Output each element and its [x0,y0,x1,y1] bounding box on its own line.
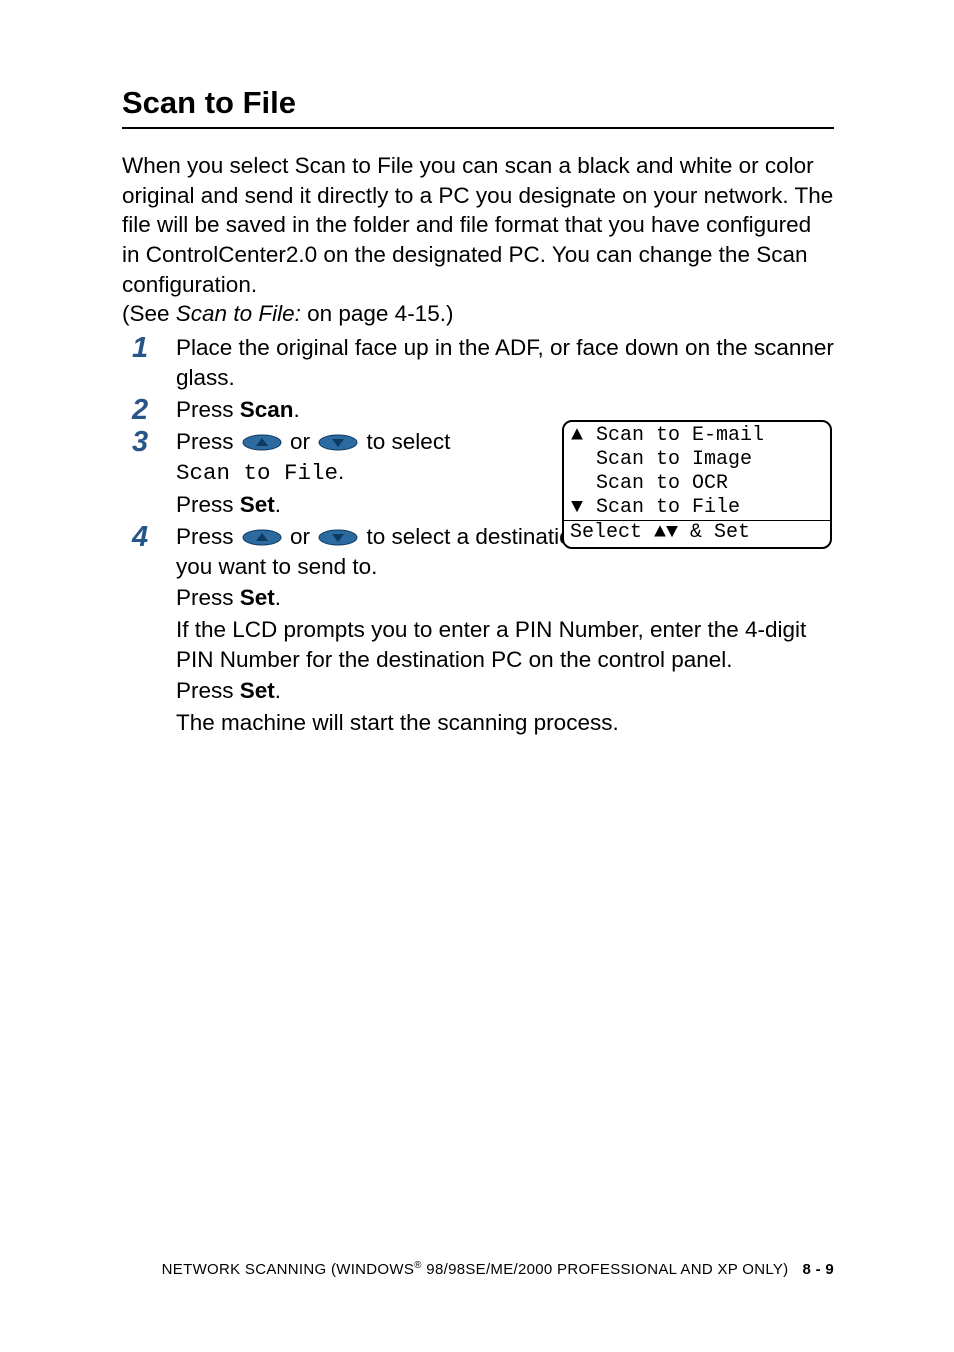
or-label: or [284,524,317,549]
to-select-label: to select [360,429,450,454]
or-label: or [284,429,317,454]
step-body: Press or to select a destination you wan… [176,522,834,738]
intro-paragraph: When you select Scan to File you can sca… [122,151,834,299]
press-label: Press [176,492,240,517]
set-key-label: Set [240,492,275,517]
lcd-line: ▲ Scan to E-mail [564,424,830,448]
step-text: Press or to select Scan to File. [176,427,586,488]
lcd-text: Scan to E-mail [584,424,764,447]
footer-suffix: 98/98SE/ME/2000 PROFESSIONAL AND XP ONLY… [422,1261,789,1278]
registered-icon: ® [414,1260,422,1271]
step-body: Place the original face up in the ADF, o… [176,333,834,392]
press-label: Press [176,429,240,454]
step-number: 1 [122,333,176,363]
lcd-footer: Select ▲▼ & Set [564,520,830,547]
step-number: 4 [122,522,176,552]
lcd-text: Scan to OCR [584,472,728,495]
up-triangle-icon: ▲ [570,424,584,448]
up-arrow-key-icon [242,434,282,451]
down-arrow-key-icon [318,434,358,451]
set-key-label: Set [240,678,275,703]
step-text: Press Set. [176,583,834,613]
scan-key-label: Scan [240,397,294,422]
lcd-line: Scan to Image [564,448,830,472]
press-label: Press [176,678,240,703]
period: . [275,678,281,703]
step-1: 1 Place the original face up in the ADF,… [122,333,834,392]
page-footer: NETWORK SCANNING (WINDOWS® 98/98SE/ME/20… [0,1260,954,1278]
page: Scan to File When you select Scan to Fil… [0,0,954,1352]
heading-scan-to-file: Scan to File [122,85,834,129]
period: . [275,585,281,610]
lcd-text: Scan to File [584,496,740,519]
footer-prefix: NETWORK SCANNING (WINDOWS [162,1261,415,1278]
xref-prefix: (See [122,301,176,326]
cross-reference: (See Scan to File: on page 4-15.) [122,301,834,327]
up-arrow-key-icon [242,529,282,546]
xref-suffix: on page 4-15.) [301,301,454,326]
step-text: The machine will start the scanning proc… [176,708,834,738]
step-text: Press Set. [176,676,834,706]
spacer [570,472,584,496]
spacer [570,448,584,472]
step-body: Press or to select Scan to File. Press S… [176,427,586,520]
press-label: Press [176,397,240,422]
step-text: Place the original face up in the ADF, o… [176,333,834,392]
page-number: 8 - 9 [802,1261,834,1278]
period: . [275,492,281,517]
down-triangle-icon: ▼ [570,496,584,520]
lcd-display: ▲ Scan to E-mail Scan to Image Scan to O… [562,420,832,549]
set-key-label: Set [240,585,275,610]
lcd-text: Scan to Image [584,448,752,471]
step-text: Press or to select a destination you wan… [176,522,586,581]
xref-title[interactable]: Scan to File: [176,301,301,326]
step-text: If the LCD prompts you to enter a PIN Nu… [176,615,834,674]
step-number: 2 [122,395,176,425]
menu-selection: Scan to File [176,460,338,486]
lcd-line: ▼ Scan to File [564,496,830,520]
step-4: 4 Press or to select a destination you w… [122,522,834,738]
press-label: Press [176,524,240,549]
press-label: Press [176,585,240,610]
step-text: Press Set. [176,490,586,520]
down-arrow-key-icon [318,529,358,546]
lcd-line: Scan to OCR [564,472,830,496]
period: . [338,459,344,484]
period: . [294,397,300,422]
step-number: 3 [122,427,176,457]
